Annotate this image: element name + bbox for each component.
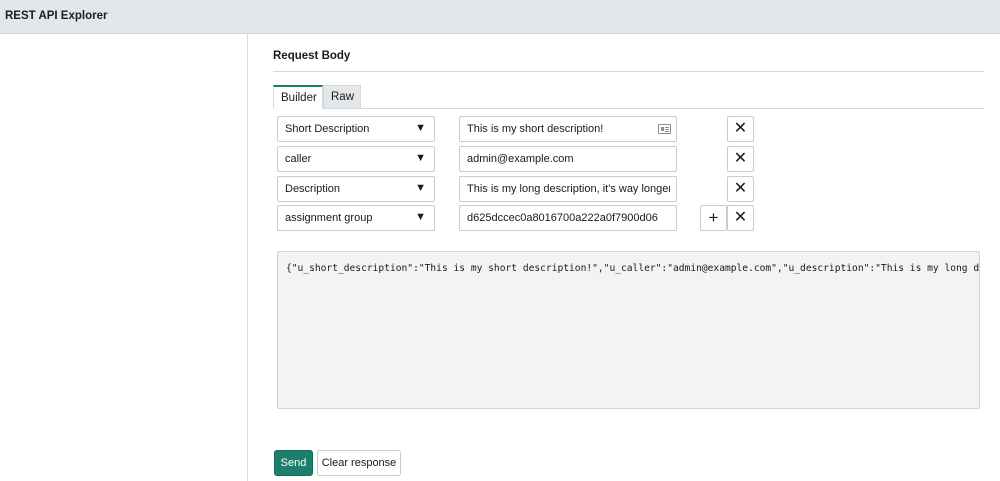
- field-select[interactable]: caller ▼: [277, 146, 435, 172]
- field-select[interactable]: Description ▼: [277, 176, 435, 202]
- field-select-label: caller: [285, 153, 312, 165]
- json-preview[interactable]: {"u_short_description":"This is my short…: [277, 251, 980, 409]
- tabs-divider: [273, 108, 984, 109]
- field-row: Description ▼ This is my long descriptio…: [0, 176, 1000, 202]
- value-text: This is my long description, it's way lo…: [467, 183, 670, 195]
- value-text: This is my short description!: [467, 123, 604, 135]
- remove-field-button[interactable]: ✕: [727, 176, 754, 202]
- add-field-button[interactable]: +: [700, 205, 727, 231]
- send-button[interactable]: Send: [274, 450, 313, 476]
- section-divider: [273, 71, 984, 72]
- value-text: admin@example.com: [467, 153, 574, 165]
- field-row: Short Description ▼ This is my short des…: [0, 116, 1000, 142]
- value-input[interactable]: This is my short description!: [459, 116, 677, 142]
- field-select[interactable]: assignment group ▼: [277, 205, 435, 231]
- chevron-down-icon: ▼: [415, 211, 426, 223]
- field-row: caller ▼ admin@example.com ✕: [0, 146, 1000, 172]
- header-bar: REST API Explorer: [0, 0, 1000, 34]
- value-input[interactable]: d625dccec0a8016700a222a0f7900d06: [459, 205, 677, 231]
- section-title: Request Body: [273, 50, 351, 62]
- value-text: d625dccec0a8016700a222a0f7900d06: [467, 212, 658, 224]
- clear-response-button[interactable]: Clear response: [317, 450, 401, 476]
- value-input[interactable]: admin@example.com: [459, 146, 677, 172]
- remove-field-button[interactable]: ✕: [727, 116, 754, 142]
- chevron-down-icon: ▼: [415, 182, 426, 194]
- field-select-label: assignment group: [285, 212, 373, 224]
- app-title: REST API Explorer: [5, 10, 108, 22]
- field-select-label: Description: [285, 183, 341, 195]
- json-preview-text: {"u_short_description":"This is my short…: [286, 263, 980, 274]
- field-row: assignment group ▼ d625dccec0a8016700a22…: [0, 205, 1000, 231]
- remove-field-button[interactable]: ✕: [727, 146, 754, 172]
- value-input[interactable]: This is my long description, it's way lo…: [459, 176, 677, 202]
- field-select[interactable]: Short Description ▼: [277, 116, 435, 142]
- chevron-down-icon: ▼: [415, 152, 426, 164]
- contact-card-icon: [658, 124, 671, 134]
- chevron-down-icon: ▼: [415, 122, 426, 134]
- tab-builder[interactable]: Builder: [273, 85, 323, 109]
- sidebar: [0, 34, 248, 481]
- field-select-label: Short Description: [285, 123, 370, 135]
- tab-raw[interactable]: Raw: [323, 85, 361, 109]
- remove-field-button[interactable]: ✕: [727, 205, 754, 231]
